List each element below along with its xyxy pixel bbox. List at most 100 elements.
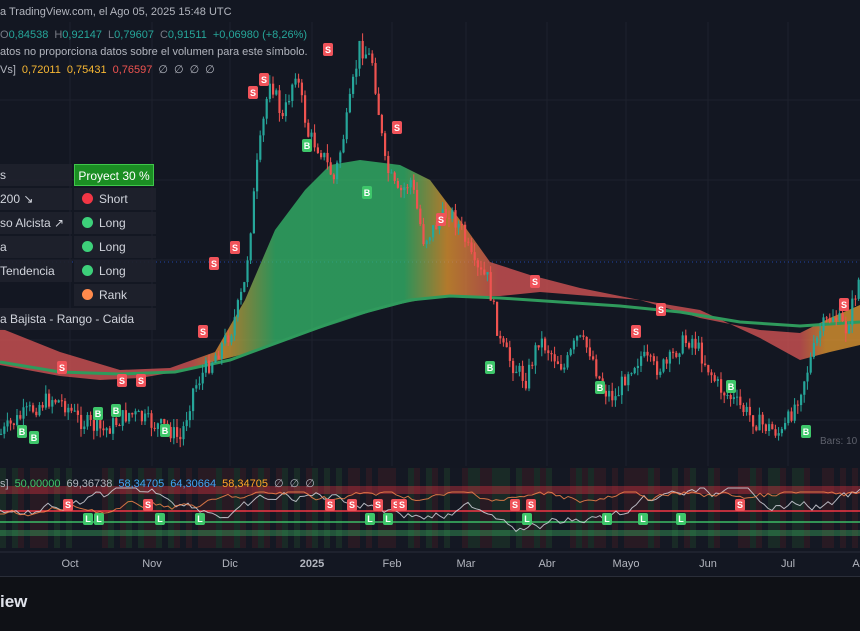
candle — [656, 361, 659, 375]
candle — [627, 374, 630, 386]
candle — [297, 78, 300, 83]
candle — [547, 350, 550, 354]
candle — [691, 338, 694, 348]
candle — [851, 298, 854, 326]
panel-label-text: Tendencia — [0, 264, 55, 278]
sell-signal: S — [198, 325, 208, 338]
candle — [134, 411, 137, 415]
sell-signal: S — [57, 361, 67, 374]
candle — [332, 174, 335, 180]
candle — [764, 424, 767, 432]
candle — [483, 269, 486, 275]
candle — [358, 40, 361, 69]
candle — [768, 424, 771, 432]
candle — [726, 394, 729, 396]
candle — [649, 355, 652, 357]
candle — [336, 162, 339, 180]
signal-label: S — [119, 376, 125, 386]
osc-value: 64,30664 — [170, 478, 217, 490]
candle — [163, 419, 166, 424]
x-tick-label: Jul — [781, 558, 795, 570]
candle — [278, 90, 281, 113]
candle — [688, 343, 691, 348]
candle — [406, 187, 409, 189]
candle — [86, 414, 89, 427]
candle — [60, 400, 63, 402]
sell-signal: S — [656, 303, 666, 316]
candle — [758, 414, 761, 431]
ma-value: ∅ — [189, 64, 200, 76]
signal-label: S — [211, 259, 217, 269]
sell-signal: S — [248, 86, 258, 99]
x-tick-label: Mar — [457, 558, 476, 570]
candle — [192, 388, 195, 412]
candle — [227, 335, 230, 343]
signal-dot-icon — [82, 265, 93, 276]
candle — [172, 427, 175, 439]
ma-legend: Vs] 0,72011 0,75431 0,76597 ∅ ∅ ∅ ∅ — [0, 63, 221, 76]
candle — [496, 301, 499, 336]
candle — [99, 419, 102, 429]
panel-row-label: 200 ↘ — [0, 188, 72, 210]
signal-label: B — [31, 433, 38, 443]
candle — [502, 338, 505, 343]
candle — [844, 321, 847, 334]
signal-dot-icon — [82, 217, 93, 228]
osc-value: 50,00000 — [14, 478, 61, 490]
candle — [176, 427, 179, 437]
ohlc-C: C0,91511 — [159, 29, 207, 41]
panel-row-label: a Bajista - Rango - Caida — [0, 308, 156, 330]
candle — [505, 342, 508, 348]
candle — [476, 260, 479, 268]
candle — [617, 395, 620, 397]
signal-label: B — [597, 383, 604, 393]
sell-signal: S — [436, 213, 446, 226]
osc-value: 69,36738 — [66, 478, 113, 490]
candle — [355, 68, 358, 77]
bottom-bar — [0, 576, 860, 631]
ma-value: 0,75431 — [66, 64, 107, 76]
candle — [800, 394, 803, 406]
sell-signal: S — [230, 241, 240, 254]
candle — [832, 317, 835, 322]
candle — [710, 372, 713, 376]
candle — [569, 349, 572, 356]
candle — [822, 317, 825, 331]
candle — [249, 233, 252, 261]
candle — [432, 225, 435, 238]
osc-signal-label: L — [385, 514, 391, 524]
candle — [460, 223, 463, 225]
panel-signal-text: Short — [99, 192, 128, 206]
candle — [214, 355, 217, 363]
osc-long-signal: L — [602, 513, 612, 525]
panel-row-signal: Long — [74, 236, 156, 258]
candle — [681, 335, 684, 354]
candle — [208, 360, 211, 373]
candle — [736, 396, 739, 398]
candle — [528, 364, 531, 389]
candle — [153, 427, 156, 429]
candle — [272, 83, 275, 95]
sell-signal: S — [209, 257, 219, 270]
osc-value: ∅ — [289, 478, 300, 490]
candle — [345, 112, 348, 140]
x-tick-label: A — [852, 558, 860, 570]
candle — [76, 410, 79, 415]
candle — [668, 351, 671, 364]
candle — [396, 180, 399, 188]
osc-value: s] — [0, 478, 9, 490]
candle — [819, 330, 822, 338]
candle — [51, 400, 54, 407]
oscillator-legend: s] 50,00000 69,36738 58,34705 64,30664 58,347… — [0, 477, 321, 490]
candle — [409, 179, 412, 188]
candle — [848, 325, 851, 334]
candle — [809, 357, 812, 373]
candle — [16, 415, 19, 425]
candle — [700, 342, 703, 364]
candle — [643, 351, 646, 357]
osc-signal-label: S — [512, 500, 518, 510]
osc-signal-label: L — [678, 514, 684, 524]
candle — [470, 242, 473, 253]
candle — [480, 267, 483, 270]
candle — [780, 429, 783, 434]
